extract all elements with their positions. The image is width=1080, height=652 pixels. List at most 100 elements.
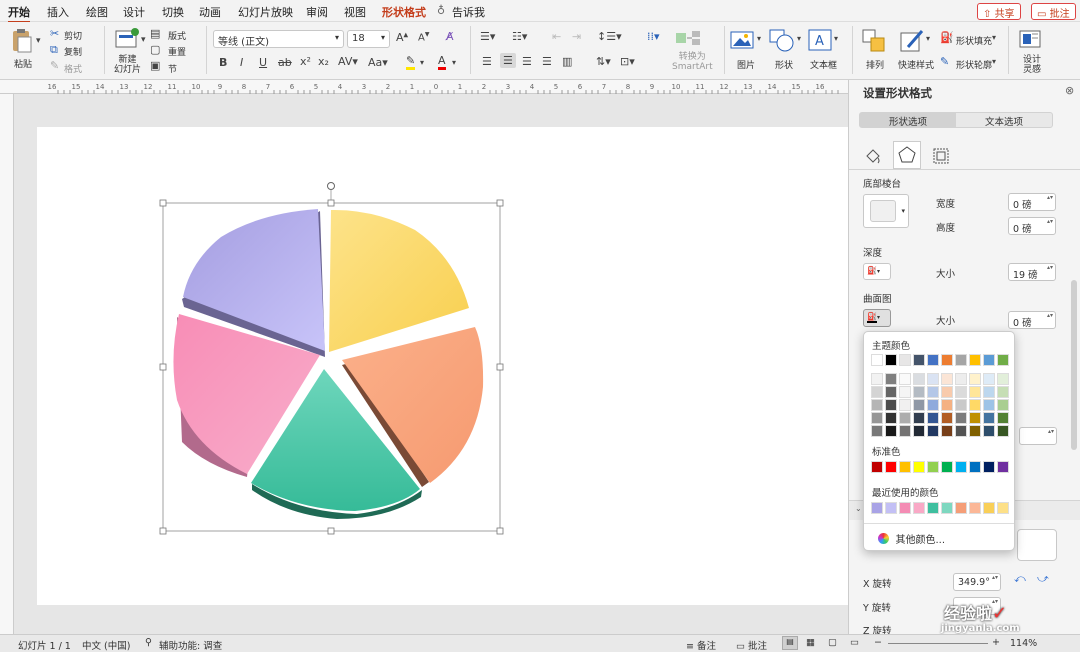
chevron-down-icon[interactable]: ▾ — [992, 33, 996, 42]
theme-shade-swatch[interactable] — [955, 412, 967, 424]
textbox-icon[interactable]: A — [808, 29, 832, 51]
recent-color-swatch[interactable] — [913, 502, 925, 514]
theme-shade-swatch[interactable] — [885, 373, 897, 385]
recent-color-swatch[interactable] — [955, 502, 967, 514]
theme-shade-swatch[interactable] — [941, 399, 953, 411]
tab-shape-format[interactable]: 形状格式 — [382, 4, 426, 20]
standard-color-swatch[interactable] — [927, 461, 939, 473]
rotate-right-icon[interactable]: ⤻ — [1037, 572, 1049, 586]
chevron-down-icon[interactable]: ▾ — [141, 35, 146, 45]
chevron-down-icon[interactable]: ▾ — [926, 34, 930, 43]
theme-shade-swatch[interactable] — [997, 386, 1009, 398]
tab-insert[interactable]: 插入 — [47, 4, 69, 20]
theme-shade-swatch[interactable] — [997, 425, 1009, 437]
theme-shade-swatch[interactable] — [969, 386, 981, 398]
subscript-icon[interactable]: x₂ — [318, 55, 329, 68]
dots-icon[interactable]: ⁞⁞▾ — [647, 30, 660, 43]
recent-color-swatch[interactable] — [927, 502, 939, 514]
effects-tab[interactable] — [893, 141, 921, 169]
notes-button[interactable]: ≡ 备注 — [686, 638, 716, 652]
theme-shade-swatch[interactable] — [955, 386, 967, 398]
bullets-icon[interactable]: ☰▾ — [480, 30, 495, 43]
chevron-down-icon[interactable]: ▾ — [36, 36, 41, 46]
tab-home[interactable]: 开始 — [8, 4, 30, 23]
text-direction-icon[interactable]: ⇅▾ — [596, 55, 611, 68]
recent-color-swatch[interactable] — [983, 502, 995, 514]
reading-view-icon[interactable]: ▢ — [828, 637, 837, 648]
theme-shade-swatch[interactable] — [969, 373, 981, 385]
new-slide-icon[interactable] — [114, 28, 140, 50]
height-input[interactable]: 0 磅 — [1008, 217, 1056, 235]
recent-color-swatch[interactable] — [941, 502, 953, 514]
share-button[interactable]: ⇧ 共享 — [977, 3, 1021, 20]
cut-button[interactable]: 剪切 — [64, 29, 82, 42]
standard-color-swatch[interactable] — [913, 461, 925, 473]
comment-button[interactable]: ▭ 批注 — [1031, 3, 1076, 20]
design-ideas-icon[interactable] — [1018, 28, 1044, 52]
theme-shade-swatch[interactable] — [885, 412, 897, 424]
underline-icon[interactable]: U — [259, 56, 267, 69]
reset-button[interactable]: 重置 — [168, 45, 186, 58]
chevron-down-icon[interactable]: ▾ — [420, 58, 424, 67]
font-name-select[interactable]: 等线 (正文) ▾ — [213, 30, 344, 48]
more-colors-button[interactable]: 其他颜色... — [878, 531, 945, 546]
theme-shade-swatch[interactable] — [885, 386, 897, 398]
format-painter-icon[interactable]: ✎ — [50, 59, 59, 72]
theme-color-swatch[interactable] — [969, 354, 981, 366]
theme-color-swatch[interactable] — [941, 354, 953, 366]
theme-shade-swatch[interactable] — [899, 386, 911, 398]
theme-shade-swatch[interactable] — [885, 399, 897, 411]
tell-me[interactable]: 告诉我 — [452, 4, 485, 20]
theme-shade-swatch[interactable] — [871, 373, 883, 385]
comments-button[interactable]: ▭ 批注 — [736, 638, 767, 652]
depth-size-input[interactable]: 19 磅 — [1008, 263, 1056, 281]
sorter-view-icon[interactable]: ▦ — [806, 637, 815, 648]
contour-size-input[interactable]: 0 磅 — [1008, 311, 1056, 329]
grow-font-icon[interactable]: A▲ — [396, 31, 408, 44]
reset-icon[interactable]: ▢ — [150, 43, 160, 56]
scissors-icon[interactable]: ✂ — [50, 27, 59, 40]
theme-color-swatch[interactable] — [955, 354, 967, 366]
tab-view[interactable]: 视图 — [344, 4, 366, 20]
theme-shade-swatch[interactable] — [913, 386, 925, 398]
theme-shade-swatch[interactable] — [941, 386, 953, 398]
theme-shade-swatch[interactable] — [871, 425, 883, 437]
theme-shade-swatch[interactable] — [899, 412, 911, 424]
tab-shape-options[interactable]: 形状选项 — [860, 113, 956, 128]
fill-line-icon[interactable] — [863, 146, 883, 166]
theme-shade-swatch[interactable] — [997, 373, 1009, 385]
zoom-level[interactable]: 114% — [1010, 638, 1037, 649]
theme-shade-swatch[interactable] — [983, 386, 995, 398]
theme-shade-swatch[interactable] — [913, 412, 925, 424]
justify-icon[interactable]: ☰ — [542, 55, 552, 68]
theme-shade-swatch[interactable] — [899, 399, 911, 411]
pie-shape-group[interactable] — [37, 127, 848, 605]
arrange-icon[interactable] — [862, 29, 886, 53]
theme-shade-swatch[interactable] — [955, 399, 967, 411]
theme-shade-swatch[interactable] — [913, 399, 925, 411]
copy-button[interactable]: 复制 — [64, 45, 82, 58]
theme-color-swatch[interactable] — [927, 354, 939, 366]
panel-scrollbar[interactable] — [1071, 280, 1077, 450]
align-center-icon[interactable]: ☰ — [500, 53, 516, 68]
rotation-preset-button[interactable] — [1017, 529, 1057, 561]
theme-shade-swatch[interactable] — [983, 373, 995, 385]
accessibility-status[interactable]: 辅助功能: 调查 — [159, 638, 222, 652]
tab-slideshow[interactable]: 幻灯片放映 — [238, 4, 293, 20]
tab-transitions[interactable]: 切换 — [162, 4, 184, 20]
numbering-icon[interactable]: ☷▾ — [512, 30, 527, 43]
theme-shade-swatch[interactable] — [983, 399, 995, 411]
shape-fill-button[interactable]: 形状填充 — [956, 34, 992, 47]
zoom-out-icon[interactable]: − — [874, 637, 882, 648]
bevel-preset-button[interactable]: ▾ — [863, 194, 909, 228]
smartart-icon[interactable] — [675, 29, 701, 47]
copy-icon[interactable]: ⧉ — [50, 43, 58, 57]
theme-shade-swatch[interactable] — [871, 399, 883, 411]
theme-color-swatch[interactable] — [983, 354, 995, 366]
format-painter-button[interactable]: 格式 — [64, 62, 82, 75]
chevron-down-icon[interactable]: ▾ — [992, 57, 996, 66]
theme-shade-swatch[interactable] — [927, 425, 939, 437]
chevron-down-icon[interactable]: ▾ — [452, 58, 456, 67]
theme-shade-swatch[interactable] — [997, 399, 1009, 411]
slideshow-icon[interactable]: ▭ — [850, 637, 859, 648]
